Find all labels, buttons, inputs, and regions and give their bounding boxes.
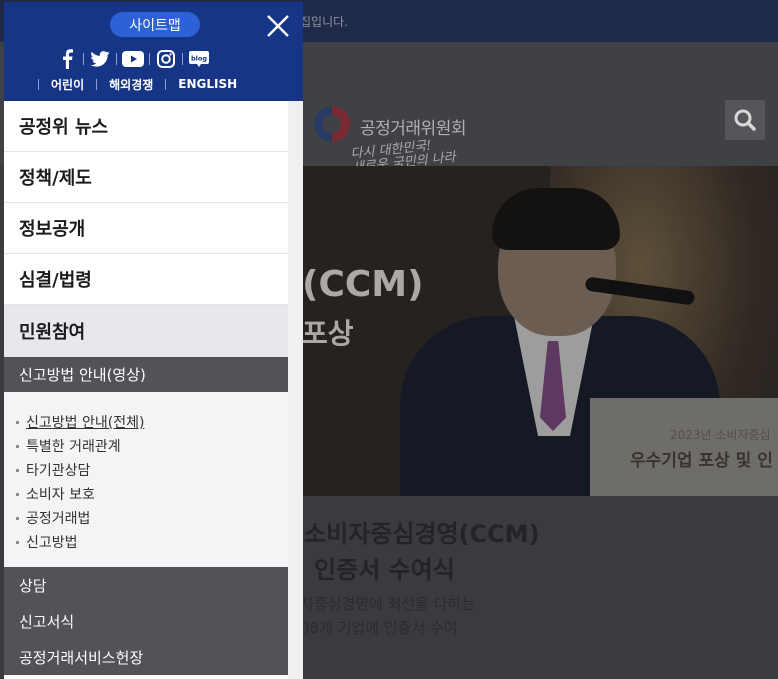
submenu-report-forms[interactable]: 신고서식: [4, 603, 288, 639]
submenu-link-special-transaction[interactable]: 특별한 거래관계: [4, 434, 288, 458]
menu-scrollbar[interactable]: [288, 101, 303, 679]
panel-header: 사이트맵 blog 어린이 해외경쟁 ENGLISH: [4, 2, 303, 101]
blog-icon[interactable]: blog: [184, 48, 214, 70]
side-menu-panel: 사이트맵 blog 어린이 해외경쟁 ENGLISH 공정위 뉴스 정책/제도 …: [4, 2, 303, 679]
government-logo[interactable]: [314, 106, 350, 142]
search-button[interactable]: [725, 100, 765, 140]
submenu-link-report-guide-all[interactable]: 신고방법 안내(전체): [4, 410, 288, 434]
facebook-icon[interactable]: [52, 48, 82, 70]
instagram-icon[interactable]: [151, 48, 181, 70]
menu-item-civil-participation[interactable]: 민원참여: [4, 305, 288, 357]
sitemap-button[interactable]: 사이트맵: [110, 12, 200, 37]
youtube-icon[interactable]: [118, 48, 148, 70]
news-title-line2[interactable]: 인증서 수여식: [304, 552, 540, 588]
news-title-line1[interactable]: 소비자중심경영(CCM): [304, 516, 540, 552]
news-desc-line1: 자중심경영에 최선을 다하는: [300, 595, 476, 613]
submenu-list: 신고방법 안내(전체) 특별한 거래관계 타기관상담 소비자 보호 공정거래법 …: [4, 392, 288, 567]
top-notice-text: 집입니다.: [300, 15, 348, 29]
twitter-icon[interactable]: [85, 48, 115, 70]
link-overseas[interactable]: 해외경쟁: [109, 76, 153, 93]
link-english[interactable]: ENGLISH: [178, 77, 237, 91]
submenu-report-guide-video[interactable]: 신고방법 안내(영상): [4, 357, 288, 392]
submenu-link-other-agency[interactable]: 타기관상담: [4, 458, 288, 482]
blog-label: blog: [191, 55, 207, 63]
news-description: 자중심경영에 최선을 다하는 08개 기업에 인증서 수여: [300, 592, 475, 640]
submenu-link-report-method[interactable]: 신고방법: [4, 530, 288, 554]
link-kids[interactable]: 어린이: [51, 76, 84, 93]
news-desc-line2: 08개 기업에 인증서 수여: [300, 619, 458, 637]
main-banner-image[interactable]: 2023년 소비자중심 우수기업 포상 및 인 (CCM) 포상: [300, 166, 778, 496]
org-name[interactable]: 공정거래위원회: [360, 114, 466, 139]
submenu-consultation[interactable]: 상담: [4, 567, 288, 603]
submenu-service-charter[interactable]: 공정거래서비스헌장: [4, 639, 288, 675]
close-icon: [267, 15, 289, 37]
news-title[interactable]: 소비자중심경영(CCM) 인증서 수여식: [304, 516, 540, 588]
menu-item-policy[interactable]: 정책/제도: [4, 152, 288, 203]
submenu-link-consumer-protection[interactable]: 소비자 보호: [4, 482, 288, 506]
quick-links: 어린이 해외경쟁 ENGLISH: [38, 76, 237, 92]
submenu-link-fair-trade-act[interactable]: 공정거래법: [4, 506, 288, 530]
menu-item-disclosure[interactable]: 정보공개: [4, 203, 288, 254]
menu-item-news[interactable]: 공정위 뉴스: [4, 101, 288, 152]
search-icon: [734, 109, 756, 131]
social-links: blog: [52, 48, 214, 70]
close-button[interactable]: [262, 10, 294, 42]
menu-item-rulings[interactable]: 심결/법령: [4, 254, 288, 305]
